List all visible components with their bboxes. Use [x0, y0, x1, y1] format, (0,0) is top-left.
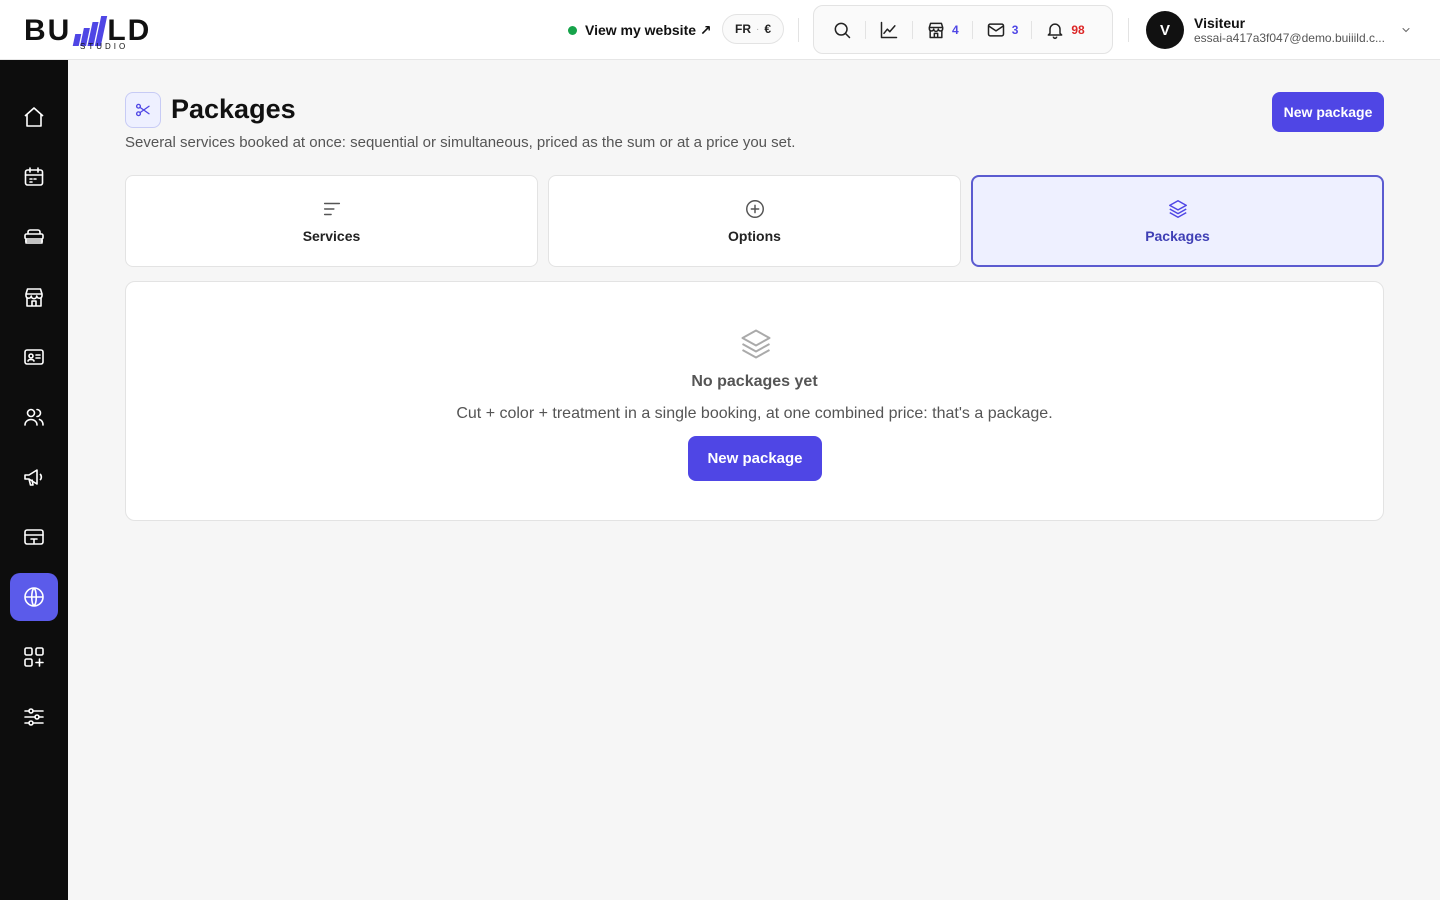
- store-icon: [25, 288, 43, 307]
- divider: [912, 20, 913, 39]
- user-menu[interactable]: V Visiteur essai-a417a3f047@demo.buiiild…: [1146, 10, 1416, 50]
- empty-state-new-package-button[interactable]: New package: [688, 436, 822, 481]
- tab-packages[interactable]: Packages: [971, 175, 1384, 267]
- divider: [1031, 20, 1033, 39]
- divider: [971, 20, 973, 39]
- sidebar: [0, 60, 68, 900]
- contact-card-icon: [24, 349, 44, 365]
- page-title: Packages: [171, 94, 296, 124]
- sidebar-item-clients[interactable]: [10, 333, 58, 381]
- search-button[interactable]: [826, 15, 858, 45]
- users-icon: [24, 408, 44, 426]
- notification-count-badge: 98: [1071, 22, 1085, 37]
- new-package-button[interactable]: New package: [1272, 92, 1384, 132]
- calendar-icon: [24, 167, 44, 186]
- separator-dot: ·: [755, 23, 760, 35]
- user-name: Visiteur: [1194, 15, 1246, 31]
- page-description: Several services booked at once: sequent…: [125, 134, 796, 151]
- search-icon: [834, 22, 851, 38]
- shop-button[interactable]: 4: [920, 15, 965, 45]
- chart-line-icon: [880, 21, 898, 38]
- sidebar-item-home[interactable]: [10, 93, 58, 141]
- sidebar-item-services[interactable]: [10, 213, 58, 261]
- avatar: V: [1146, 11, 1184, 49]
- top-bar: BU LD STUDIO View my website ↗ FR · € 4: [0, 0, 1440, 60]
- empty-state-card: No packages yet Cut + color + treatment …: [125, 281, 1384, 521]
- home-icon: [24, 107, 44, 127]
- view-website-link[interactable]: View my website ↗: [568, 19, 712, 41]
- settings-sliders-icon: [24, 708, 44, 726]
- services-icon: [24, 229, 44, 244]
- layers-icon: [741, 329, 771, 359]
- divider: [865, 20, 866, 39]
- empty-state-title: No packages yet: [691, 373, 818, 390]
- analytics-button[interactable]: [873, 15, 905, 45]
- sidebar-item-team[interactable]: [10, 393, 58, 441]
- tab-label: Services: [302, 228, 361, 244]
- payment-icon: [24, 529, 44, 545]
- language-currency-switcher[interactable]: FR · €: [722, 14, 784, 44]
- plus-circle-icon: [745, 200, 764, 218]
- sidebar-item-store[interactable]: [10, 273, 58, 321]
- notifications-button[interactable]: 98: [1039, 15, 1090, 45]
- sidebar-item-website[interactable]: [10, 573, 58, 621]
- empty-state-description: Cut + color + treatment in a single book…: [456, 405, 1053, 422]
- tab-label: Packages: [1145, 228, 1210, 244]
- logo-subtitle: STUDIO: [80, 42, 129, 51]
- lines-icon: [323, 202, 340, 216]
- currency-label: €: [764, 22, 772, 36]
- sidebar-item-calendar[interactable]: [10, 153, 58, 201]
- messages-button[interactable]: 3: [980, 15, 1025, 45]
- megaphone-icon: [24, 469, 43, 486]
- view-website-label: View my website ↗: [585, 21, 712, 38]
- sidebar-item-payments[interactable]: [10, 513, 58, 561]
- scissors-icon: [135, 103, 150, 117]
- tab-services[interactable]: Services: [125, 175, 538, 267]
- mail-count-badge: 3: [1011, 22, 1019, 37]
- online-status-dot: [568, 25, 577, 35]
- shop-count-badge: 4: [952, 22, 959, 37]
- divider: [1128, 18, 1129, 42]
- store-icon: [928, 22, 944, 38]
- tab-options[interactable]: Options: [548, 175, 961, 267]
- sidebar-item-apps[interactable]: [10, 633, 58, 681]
- sidebar-item-marketing[interactable]: [10, 453, 58, 501]
- chevron-down-icon: [1402, 28, 1410, 33]
- logo-text-left: BU: [24, 14, 72, 47]
- sidebar-item-settings[interactable]: [10, 693, 58, 741]
- layers-icon: [1168, 200, 1187, 218]
- globe-icon: [24, 587, 44, 607]
- language-label: FR: [734, 22, 751, 36]
- mail-icon: [987, 22, 1004, 37]
- user-email: essai-a417a3f047@demo.buiiild.c...: [1194, 31, 1385, 45]
- page-icon-badge: [125, 92, 161, 128]
- tab-label: Options: [728, 228, 781, 244]
- brand-logo[interactable]: BU LD STUDIO: [24, 8, 184, 52]
- divider: [798, 18, 799, 42]
- header-toolbar: 4 3 98: [813, 5, 1113, 54]
- apps-add-icon: [24, 647, 44, 667]
- bell-icon: [1047, 22, 1063, 39]
